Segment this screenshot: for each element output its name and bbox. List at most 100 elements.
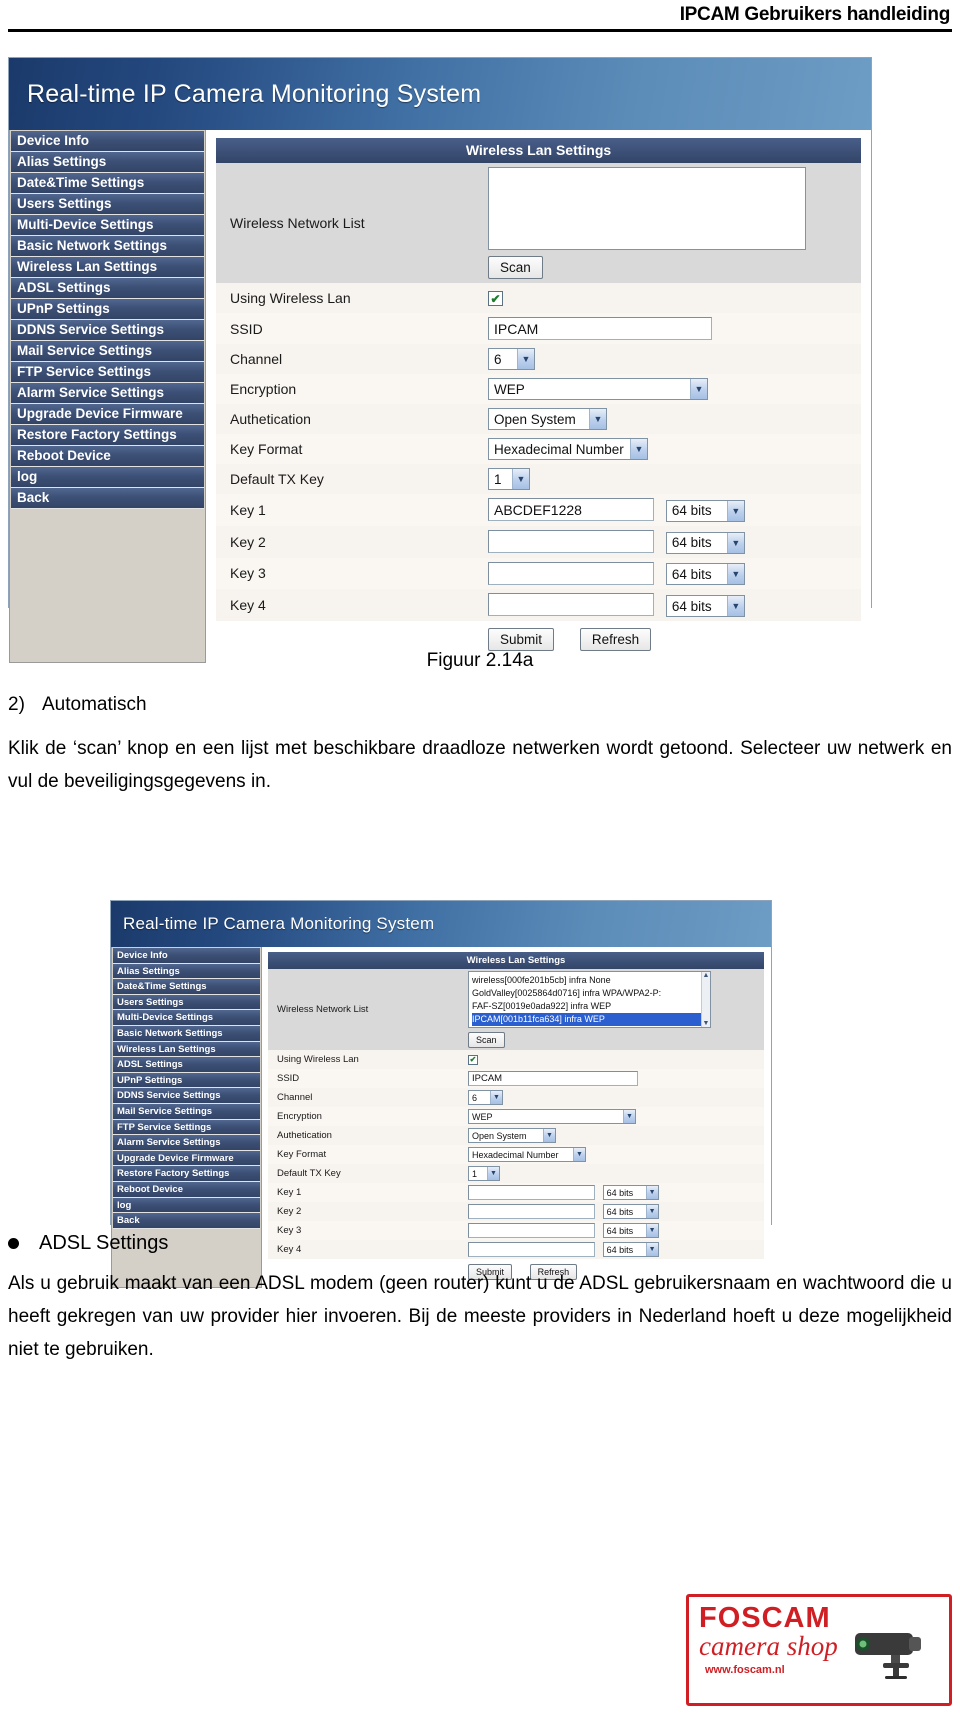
encryption-label: Encryption — [268, 1107, 468, 1126]
key-1-bits-select[interactable]: 64 bits ▼ — [602, 1185, 659, 1200]
network-list-cell: Scan — [488, 163, 861, 283]
step-title: Automatisch — [42, 694, 147, 715]
sidebar-item-adsl-settings[interactable]: ADSL Settings — [11, 278, 204, 299]
encryption-select[interactable]: WEP ▼ — [468, 1109, 636, 1124]
submit-button[interactable]: Submit — [488, 628, 555, 652]
key-1-input[interactable] — [468, 1185, 595, 1201]
key-1-bits-select[interactable]: 64 bits ▼ — [665, 499, 745, 522]
list-item[interactable]: IPCAM[001b11fca634] infra WEP — [472, 1013, 710, 1026]
sidebar-item-multi-device-settings[interactable]: Multi-Device Settings — [11, 215, 204, 236]
channel-select-value: 6 — [472, 1092, 478, 1103]
channel-select[interactable]: 6 ▼ — [468, 1090, 503, 1105]
sidebar-item-back[interactable]: Back — [113, 1213, 260, 1229]
sidebar-item-alarm-service-settings[interactable]: Alarm Service Settings — [11, 383, 204, 404]
sidebar-item-alarm-service-settings[interactable]: Alarm Service Settings — [113, 1135, 260, 1151]
sidebar-item-basic-network-settings[interactable]: Basic Network Settings — [113, 1025, 260, 1042]
key-2-bits-select[interactable]: 64 bits ▼ — [665, 531, 745, 554]
authetication-row: Authetication Open System ▼ — [268, 1126, 764, 1145]
sidebar-item-adsl-settings[interactable]: ADSL Settings — [113, 1057, 260, 1073]
key-format-select[interactable]: Hexadecimal Number ▼ — [468, 1147, 586, 1162]
default-tx-key-select[interactable]: 1 ▼ — [488, 468, 530, 490]
document-header: IPCAM Gebruikers handleiding — [0, 0, 960, 28]
sidebar-item-upnp-settings[interactable]: UPnP Settings — [113, 1072, 260, 1089]
ssid-label: SSID — [216, 313, 488, 344]
channel-select[interactable]: 6 ▼ — [488, 348, 535, 370]
sidebar-item-reboot-device[interactable]: Reboot Device — [11, 446, 204, 467]
listbox-scrollbar[interactable]: ▲ ▼ — [701, 972, 710, 1027]
refresh-button[interactable]: Refresh — [579, 628, 652, 652]
sidebar-item-alias-settings[interactable]: Alias Settings — [113, 963, 260, 980]
using-wireless-lan-checkbox[interactable]: ✔ — [488, 291, 503, 307]
key-2-input[interactable] — [488, 529, 654, 553]
key-3-input[interactable] — [488, 561, 654, 585]
encryption-row: Encryption WEP ▼ — [268, 1107, 764, 1126]
sidebar-item-log[interactable]: log — [113, 1197, 260, 1214]
sidebar-item-wireless-lan-settings[interactable]: Wireless Lan Settings — [11, 257, 204, 278]
list-item[interactable]: FAF-SZ[0019e0ada922] infra WEP — [472, 1000, 710, 1013]
sidebar-item-back[interactable]: Back — [11, 488, 204, 509]
sidebar-item-ddns-service-settings[interactable]: DDNS Service Settings — [113, 1088, 260, 1104]
key-4-bits-select[interactable]: 64 bits ▼ — [665, 595, 745, 618]
wireless-network-listbox[interactable]: wireless[000fe201b5cb] infra None GoldVa… — [468, 971, 711, 1028]
sidebar-item-ftp-service-settings[interactable]: FTP Service Settings — [11, 362, 204, 383]
key-format-label: Key Format — [268, 1145, 468, 1164]
channel-label: Channel — [216, 344, 488, 374]
sidebar-item-upgrade-device-firmware[interactable]: Upgrade Device Firmware — [11, 404, 204, 425]
sidebar-item-date-time-settings[interactable]: Date&Time Settings — [11, 173, 204, 194]
list-item[interactable]: GoldValley[0025864d0716] infra WPA/WPA2-… — [472, 987, 710, 1000]
sidebar-item-users-settings[interactable]: Users Settings — [11, 194, 204, 215]
sidebar-item-log[interactable]: log — [11, 467, 204, 488]
authetication-label: Authetication — [216, 404, 488, 434]
authetication-label: Authetication — [268, 1126, 468, 1145]
scan-button[interactable]: Scan — [488, 256, 543, 279]
network-list-label: Wireless Network List — [216, 163, 488, 283]
channel-select-value: 6 — [494, 351, 502, 367]
chevron-down-icon: ▼ — [623, 1110, 635, 1123]
sidebar-item-users-settings[interactable]: Users Settings — [113, 994, 260, 1011]
key-3-bits-select[interactable]: 64 bits ▼ — [665, 563, 745, 586]
sidebar-item-mail-service-settings[interactable]: Mail Service Settings — [11, 341, 204, 362]
authetication-select[interactable]: Open System ▼ — [488, 408, 607, 430]
using-wireless-lan-label: Using Wireless Lan — [216, 283, 488, 313]
sidebar-item-wireless-lan-settings[interactable]: Wireless Lan Settings — [113, 1041, 260, 1058]
key-format-select[interactable]: Hexadecimal Number ▼ — [488, 438, 648, 460]
sidebar-item-reboot-device[interactable]: Reboot Device — [113, 1181, 260, 1198]
chevron-down-icon: ▼ — [490, 1091, 502, 1104]
chevron-down-icon: ▼ — [573, 1148, 585, 1161]
key-2-row: Key 2 64 bits ▼ — [268, 1202, 764, 1222]
default-tx-key-select[interactable]: 1 ▼ — [468, 1166, 500, 1181]
list-item[interactable]: wireless[000fe201b5cb] infra None — [472, 974, 710, 987]
sidebar-item-mail-service-settings[interactable]: Mail Service Settings — [113, 1103, 260, 1120]
key-2-bits-select[interactable]: 64 bits ▼ — [602, 1204, 659, 1220]
chevron-down-icon: ▼ — [726, 500, 744, 521]
sidebar-item-multi-device-settings[interactable]: Multi-Device Settings — [113, 1010, 260, 1026]
sidebar-item-device-info[interactable]: Device Info — [11, 131, 204, 152]
key-2-label: Key 2 — [216, 525, 488, 558]
sidebar-item-upnp-settings[interactable]: UPnP Settings — [11, 299, 204, 320]
scan-button[interactable]: Scan — [468, 1032, 505, 1048]
ssid-input[interactable] — [468, 1071, 638, 1086]
encryption-select-value: WEP — [494, 381, 525, 397]
scroll-down-icon[interactable]: ▼ — [703, 1020, 710, 1027]
sidebar-item-basic-network-settings[interactable]: Basic Network Settings — [11, 236, 204, 257]
sidebar-item-restore-factory-settings[interactable]: Restore Factory Settings — [113, 1166, 260, 1182]
encryption-select[interactable]: WEP ▼ — [488, 378, 708, 400]
wireless-network-listbox[interactable] — [488, 167, 806, 250]
scroll-up-icon[interactable]: ▲ — [703, 972, 710, 979]
sidebar-item-alias-settings[interactable]: Alias Settings — [11, 152, 204, 173]
sidebar-item-ftp-service-settings[interactable]: FTP Service Settings — [113, 1119, 260, 1136]
key-2-input[interactable] — [468, 1204, 595, 1220]
key-1-input[interactable] — [488, 498, 654, 521]
ssid-row: SSID — [268, 1069, 764, 1088]
ssid-input[interactable] — [488, 317, 712, 340]
authetication-select[interactable]: Open System ▼ — [468, 1128, 556, 1143]
network-list-row: Wireless Network List wireless[000fe201b… — [268, 969, 764, 1050]
sidebar-item-upgrade-device-firmware[interactable]: Upgrade Device Firmware — [113, 1150, 260, 1167]
sidebar-item-restore-factory-settings[interactable]: Restore Factory Settings — [11, 425, 204, 446]
sidebar-item-device-info[interactable]: Device Info — [113, 948, 260, 964]
key-4-label: Key 4 — [216, 589, 488, 622]
sidebar-item-ddns-service-settings[interactable]: DDNS Service Settings — [11, 320, 204, 341]
sidebar-item-date-time-settings[interactable]: Date&Time Settings — [113, 979, 260, 995]
using-wireless-lan-checkbox[interactable]: ✔ — [468, 1054, 478, 1065]
key-4-input[interactable] — [488, 593, 654, 617]
